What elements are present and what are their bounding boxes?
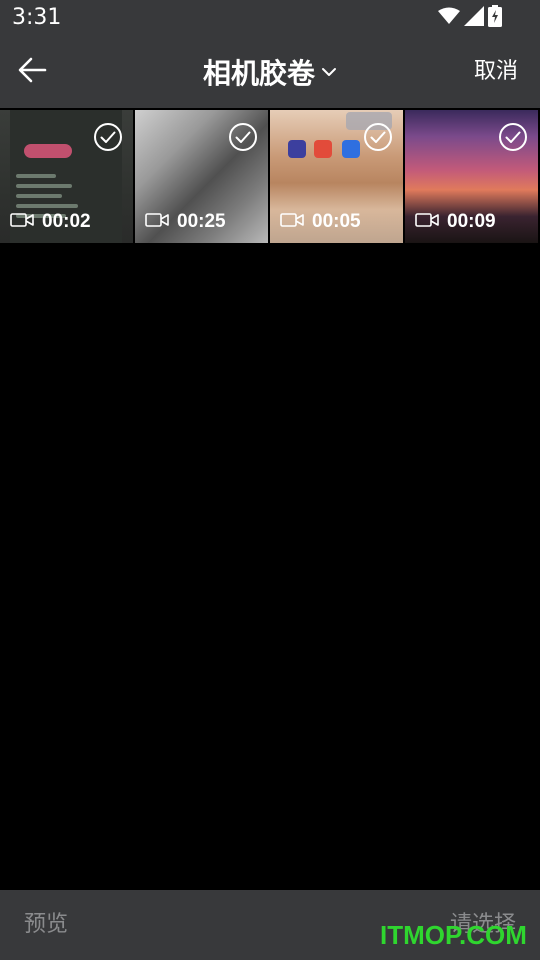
- album-selector[interactable]: 相机胶卷: [180, 50, 360, 94]
- media-item[interactable]: 00:25: [135, 110, 268, 243]
- status-bar: 3:31: [0, 0, 540, 36]
- watermark-text: ITMOP.COM: [380, 920, 527, 950]
- cellular-signal-icon: [464, 6, 484, 30]
- battery-charging-icon: [488, 5, 502, 31]
- selected-check-icon[interactable]: [93, 122, 123, 152]
- back-arrow-icon: [17, 57, 47, 87]
- preview-button[interactable]: 预览: [24, 909, 68, 941]
- video-info: 00:09: [415, 209, 496, 235]
- video-info: 00:02: [10, 209, 91, 235]
- video-camera-icon: [280, 212, 304, 232]
- header-bar: 相机胶卷 取消: [0, 36, 540, 108]
- status-icons: [438, 5, 502, 31]
- video-info: 00:05: [280, 209, 361, 235]
- media-item[interactable]: 00:05: [270, 110, 403, 243]
- video-camera-icon: [415, 212, 439, 232]
- video-duration: 00:05: [312, 211, 361, 232]
- video-camera-icon: [145, 212, 169, 232]
- cancel-button[interactable]: 取消: [474, 56, 518, 88]
- video-camera-icon: [10, 212, 34, 232]
- media-item[interactable]: 00:09: [405, 110, 538, 243]
- video-duration: 00:09: [447, 211, 496, 232]
- album-title: 相机胶卷: [202, 57, 315, 90]
- media-grid: 00:02 00:25 00:05 00:09: [0, 108, 540, 244]
- chevron-down-icon: [321, 63, 337, 82]
- video-duration: 00:02: [42, 211, 91, 232]
- selected-check-icon[interactable]: [363, 122, 393, 152]
- media-item[interactable]: 00:02: [0, 110, 133, 243]
- selected-check-icon[interactable]: [228, 122, 258, 152]
- video-duration: 00:25: [177, 211, 226, 232]
- back-button[interactable]: [10, 50, 54, 94]
- selected-check-icon[interactable]: [498, 122, 528, 152]
- status-time: 3:31: [12, 5, 62, 30]
- wifi-icon: [438, 7, 460, 29]
- video-info: 00:25: [145, 209, 226, 235]
